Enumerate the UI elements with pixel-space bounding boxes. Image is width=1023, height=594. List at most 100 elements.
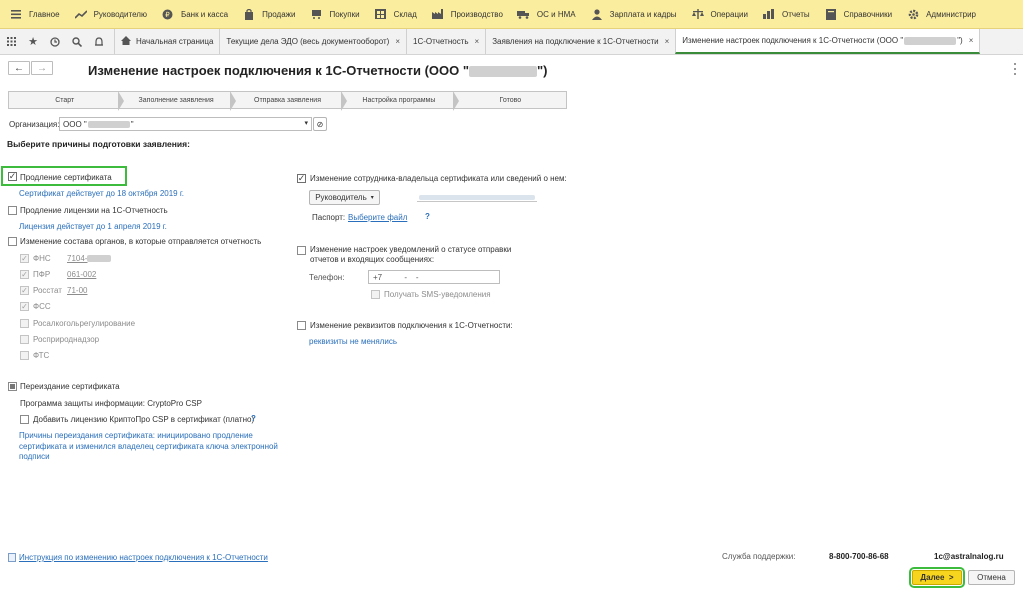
trend-icon <box>74 7 88 21</box>
book-icon <box>824 7 838 21</box>
passport-file-link[interactable]: Выберите файл <box>348 213 407 222</box>
reissue-label[interactable]: Переиздание сертификата <box>20 382 120 391</box>
apps-grid-button[interactable] <box>0 29 22 54</box>
menu-item-bank[interactable]: ₽ Банк и касса <box>161 7 228 21</box>
search-button[interactable] <box>66 29 88 54</box>
tab-change-settings[interactable]: Изменение настроек подключения к 1С-Отче… <box>675 29 981 54</box>
cancel-button[interactable]: Отмена <box>968 570 1015 585</box>
owner-change-checkbox[interactable]: ✓ <box>297 174 306 183</box>
close-icon[interactable]: × <box>969 36 974 45</box>
agency-pfr-label: ПФР <box>33 270 51 279</box>
history-button[interactable] <box>44 29 66 54</box>
redacted-org-name <box>469 66 538 78</box>
agency-rosstat-label: Росстат <box>33 286 62 295</box>
star-icon: ★ <box>28 36 38 48</box>
support-phone: 8-800-700-86-68 <box>829 552 889 561</box>
tab-edo-tasks[interactable]: Текущие дела ЭДО (весь документооборот) … <box>219 29 406 54</box>
menu-item-main[interactable]: Главное <box>9 7 60 21</box>
orgs-change-label[interactable]: Изменение состава органов, в которые отп… <box>20 237 261 246</box>
menu-item-production[interactable]: Производство <box>431 7 503 21</box>
agency-rosalko-label: Росалкогольрегулирование <box>33 319 136 328</box>
window-menu-dots[interactable] <box>1011 63 1019 75</box>
redacted-org-name <box>904 36 957 45</box>
clock-icon <box>50 36 60 47</box>
agency-rosstat-checkbox: ✓ <box>20 285 29 295</box>
close-icon[interactable]: × <box>475 37 480 46</box>
history-nav: ← → <box>8 61 53 75</box>
license-renew-checkbox[interactable] <box>8 206 17 215</box>
phone-field[interactable]: +7 - - <box>368 270 500 284</box>
cert-renew-checkbox[interactable]: ✓ <box>8 172 17 181</box>
next-button[interactable]: Далее > <box>909 567 965 588</box>
owner-change-label[interactable]: Изменение сотрудника-владельца сертифика… <box>310 174 567 183</box>
menu-item-purchases[interactable]: Покупки <box>309 7 360 21</box>
tab-1c-reporting[interactable]: 1С-Отчетность × <box>406 29 485 54</box>
bell-icon <box>95 36 103 46</box>
menu-item-assets[interactable]: ОС и НМА <box>517 7 576 21</box>
open-org-button[interactable]: ⊘ <box>313 117 327 131</box>
help-icon[interactable]: ? <box>251 414 256 423</box>
instruction-icon <box>8 553 16 562</box>
back-button[interactable]: ← <box>8 61 30 75</box>
requisites-change-label[interactable]: Изменение реквизитов подключения к 1С-От… <box>310 321 513 330</box>
menu-item-sales[interactable]: Продажи <box>242 7 295 21</box>
menu-item-reports[interactable]: Отчеты <box>762 7 810 21</box>
dropdown-icon[interactable]: ▾ <box>304 119 308 127</box>
agency-fts-label: ФТС <box>33 351 50 360</box>
sms-label: Получать SMS-уведомления <box>384 290 491 299</box>
agency-rosprirod-checkbox <box>20 335 29 344</box>
notify-change-label[interactable]: Изменение настроек уведомлений о статусе… <box>310 245 525 265</box>
cert-renew-label[interactable]: Продление сертификата <box>20 173 112 182</box>
instruction-link[interactable]: Инструкция по изменению настроек подключ… <box>19 553 268 562</box>
coin-icon: ₽ <box>161 7 175 21</box>
warehouse-icon <box>374 7 388 21</box>
tab-bar: ★ Начальная страница Текущие дела ЭДО (в… <box>0 29 1023 55</box>
link-icon: ⊘ <box>316 119 324 129</box>
forward-button[interactable]: → <box>31 61 53 75</box>
orgs-change-checkbox[interactable] <box>8 237 17 246</box>
page-title: Изменение настроек подключения к 1С-Отче… <box>88 63 548 78</box>
requisites-change-checkbox[interactable] <box>297 321 306 330</box>
tab-applications[interactable]: Заявления на подключение к 1С-Отчетности… <box>485 29 675 54</box>
add-license-checkbox[interactable] <box>20 415 29 424</box>
grid-icon <box>6 37 16 46</box>
menu-lines-icon <box>9 7 23 21</box>
notifications-button[interactable] <box>88 29 110 54</box>
license-renew-label[interactable]: Продление лицензии на 1С-Отчетность <box>20 206 168 215</box>
truck-icon <box>517 7 531 21</box>
support-label: Служба поддержки: <box>722 552 796 561</box>
sms-checkbox <box>371 290 380 299</box>
agency-fss-checkbox: ✓ <box>20 301 29 311</box>
scales-icon <box>691 7 705 21</box>
chart-icon <box>762 7 776 21</box>
passport-help-icon[interactable]: ? <box>425 212 430 221</box>
svg-text:₽: ₽ <box>166 11 171 19</box>
menu-item-admin[interactable]: Администрир <box>906 7 976 21</box>
add-license-label[interactable]: Добавить лицензию КриптоПро CSP в сертиф… <box>33 415 254 424</box>
tab-home[interactable]: Начальная страница <box>114 29 219 54</box>
menu-item-operations[interactable]: Операции <box>691 7 748 21</box>
menu-item-warehouse[interactable]: Склад <box>374 7 417 21</box>
reasons-header: Выберите причины подготовки заявления: <box>7 139 190 149</box>
step-send-application: Отправка заявления <box>229 91 343 111</box>
reissue-checkbox[interactable] <box>8 382 17 391</box>
employee-field[interactable] <box>417 190 537 202</box>
close-icon[interactable]: × <box>665 37 670 46</box>
step-fill-application: Заполнение заявления <box>118 91 231 111</box>
menu-item-director[interactable]: Руководителю <box>74 7 147 21</box>
notify-change-checkbox[interactable] <box>297 246 306 255</box>
agency-pfr-checkbox: ✓ <box>20 269 29 279</box>
agency-rosstat-code: 71-00 <box>67 286 88 295</box>
menu-item-catalogs[interactable]: Справочники <box>824 7 892 21</box>
search-icon <box>72 36 82 47</box>
chevron-down-icon: ▾ <box>370 195 374 201</box>
role-select[interactable]: Руководитель ▾ <box>309 190 380 205</box>
menu-item-salary[interactable]: Зарплата и кадры <box>590 7 677 21</box>
org-field[interactable]: ООО " " ▾ <box>59 117 312 131</box>
redacted-org-name <box>87 120 130 128</box>
favorites-button[interactable]: ★ <box>22 29 44 54</box>
close-icon[interactable]: × <box>395 37 400 46</box>
step-program-setup: Настройка программы <box>341 91 454 111</box>
arrow-left-icon: ← <box>14 62 24 74</box>
crypto-program: Программа защиты информации: CryptoPro C… <box>20 399 202 408</box>
